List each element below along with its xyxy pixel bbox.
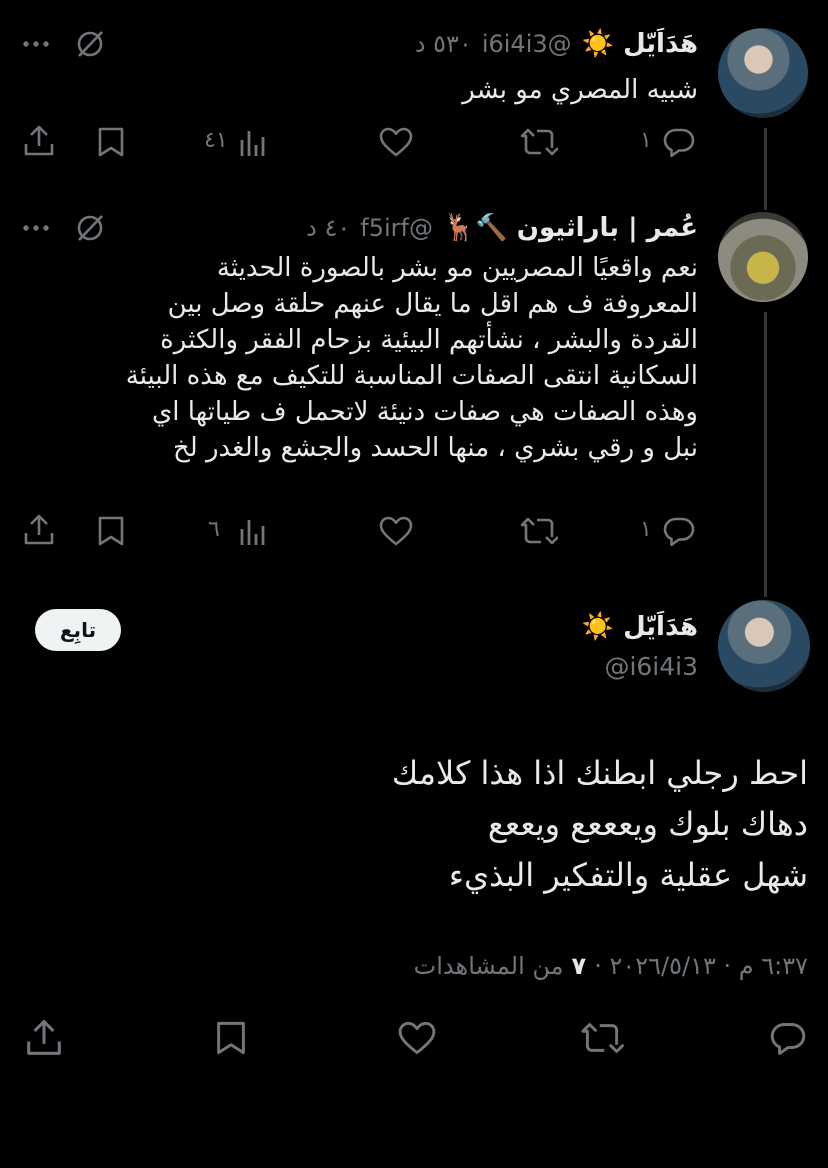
thread-line: [764, 312, 767, 597]
tweet-time[interactable]: ٥٣٠ د: [415, 30, 472, 58]
follow-button[interactable]: تابِع: [35, 609, 121, 651]
display-name[interactable]: عُمر | باراثيون 🔨🦌: [443, 213, 698, 243]
share-icon[interactable]: [22, 124, 56, 158]
heart-icon[interactable]: [396, 1020, 438, 1056]
reply-count: ١: [640, 128, 652, 153]
tweet-text-line: شهل عقلية والتفكير البذيء: [448, 856, 808, 894]
handle[interactable]: @i6i4i3: [604, 652, 698, 681]
reply-icon[interactable]: [768, 1020, 808, 1056]
tweet-header: عُمر | باراثيون 🔨🦌 @f5irf ٤٠ د: [306, 212, 698, 244]
handle[interactable]: @f5irf: [360, 214, 433, 242]
views-count: ٧: [571, 952, 587, 980]
tweet-text-line: نبل و رقي بشري ، منها الحسد والجشع والغد…: [172, 433, 698, 463]
tweet-text-line: القردة والبشر ، نشأتهم البيئية بزحام الف…: [160, 325, 698, 355]
tweet-text-line: احط رجلي ابطنك اذا هذا كلامك: [391, 754, 808, 792]
avatar[interactable]: [718, 600, 810, 692]
bookmark-icon[interactable]: [96, 126, 126, 158]
tweet-text-line: المعروفة ف هم اقل ما يقال عنهم حلقة وصل …: [167, 289, 698, 319]
grok-icon[interactable]: [74, 28, 106, 60]
tweet-text: شبيه المصري مو بشر: [462, 75, 698, 105]
share-icon[interactable]: [22, 513, 56, 547]
retweet-icon[interactable]: [580, 1020, 624, 1056]
grok-icon[interactable]: [74, 212, 106, 244]
bookmark-icon[interactable]: [214, 1020, 248, 1056]
share-icon[interactable]: [24, 1018, 64, 1058]
handle[interactable]: @i6i4i3: [482, 30, 572, 58]
avatar[interactable]: [718, 28, 808, 118]
tweet-text-line: السكانية انتقى الصفات المناسبة للتكيف مع…: [125, 361, 698, 391]
display-name[interactable]: هَدَاَيّل ☀️: [582, 29, 698, 59]
tweet-timestamp[interactable]: ٦:٣٧ م · ٢٠٢٦/٥/١٣ ·: [594, 952, 808, 980]
bookmark-icon[interactable]: [96, 515, 126, 547]
avatar[interactable]: [718, 212, 808, 302]
more-icon[interactable]: [22, 222, 50, 234]
reply-count: ١: [640, 517, 652, 542]
tweet-timestamp-row: ٦:٣٧ م · ٢٠٢٦/٥/١٣ · ٧ من المشاهدات: [414, 952, 808, 980]
retweet-icon[interactable]: [520, 126, 558, 158]
views-count: ٦: [208, 517, 220, 542]
views-icon[interactable]: [238, 128, 268, 158]
more-icon[interactable]: [22, 38, 50, 50]
tweet-time[interactable]: ٤٠ د: [306, 214, 350, 242]
tweet-header: هَدَاَيّل ☀️ @i6i4i3 ٥٣٠ د: [415, 28, 698, 60]
tweet-text: احط رجلي ابطنك اذا هذا كلامك دهاك بلوك و…: [28, 748, 808, 901]
tweet-text-line: دهاك بلوك ويعععع ويععع: [487, 805, 808, 843]
heart-icon[interactable]: [378, 126, 414, 158]
tweet-text-line: وهذه الصفات هي صفات دنيئة لاتحمل ف طياته…: [151, 397, 698, 427]
display-name[interactable]: هَدَاَيّل ☀️: [582, 612, 698, 642]
reply-icon[interactable]: [662, 126, 696, 158]
thread-line: [764, 128, 767, 210]
views-count: ٤١: [204, 128, 228, 153]
retweet-icon[interactable]: [520, 515, 558, 547]
heart-icon[interactable]: [378, 515, 414, 547]
reply-icon[interactable]: [662, 515, 696, 547]
views-icon[interactable]: [238, 517, 268, 547]
tweet-text-line: نعم واقعيًا المصريين مو بشر بالصورة الحد…: [216, 253, 698, 283]
views-label: من المشاهدات: [413, 952, 564, 980]
tweet-text: نعم واقعيًا المصريين مو بشر بالصورة الحد…: [8, 250, 698, 466]
